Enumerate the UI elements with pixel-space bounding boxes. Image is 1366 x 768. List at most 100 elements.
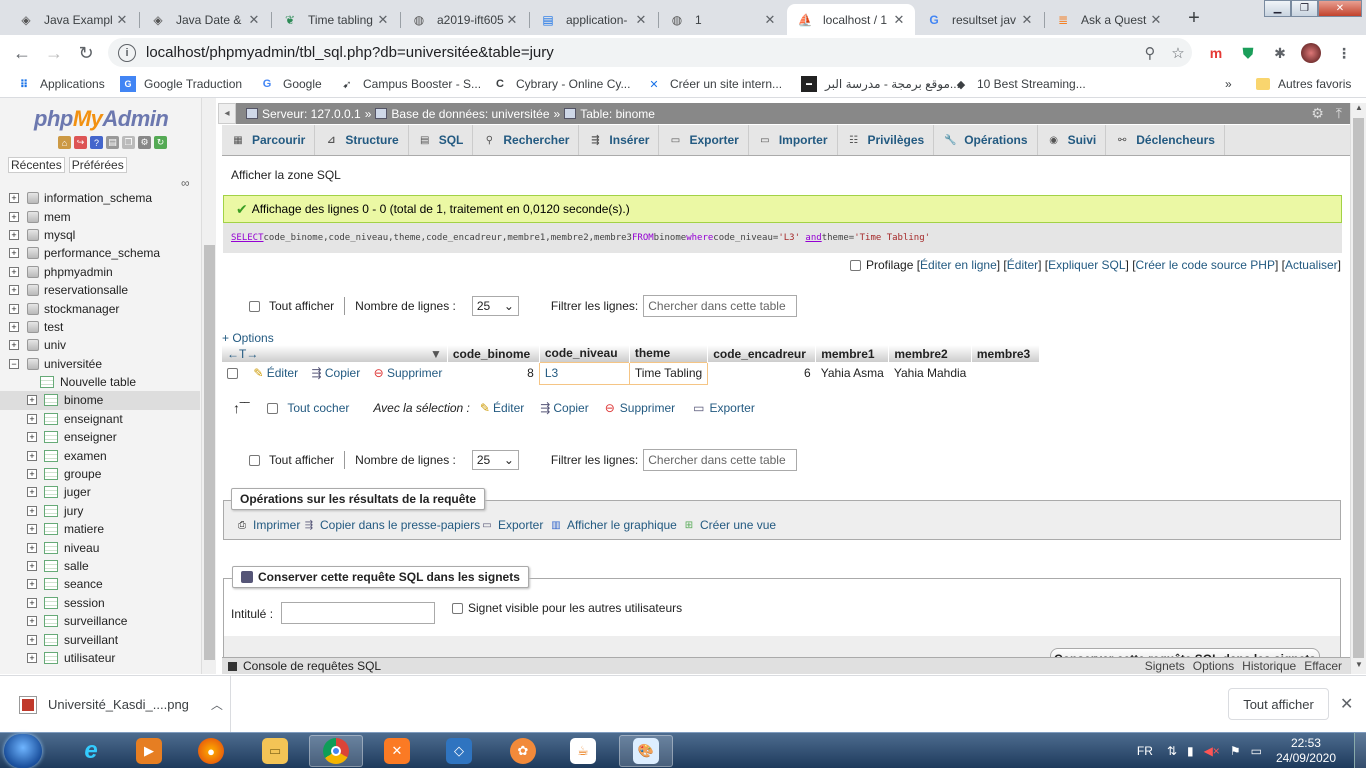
expand-icon[interactable]: + [27,432,37,443]
puzzle-icon[interactable]: ✱ [1270,43,1290,63]
selection-export-button[interactable]: Exporter [709,401,754,415]
bookmark[interactable]: ✕ Créer un site intern... [646,75,782,93]
info-icon[interactable]: i [118,43,136,62]
cell[interactable]: Yahia Asma [816,362,889,384]
table-item[interactable]: + juger [0,483,200,501]
menu-icon[interactable]: ⋮ [1334,43,1354,63]
console-bookmarks-link[interactable]: Signets [1145,659,1185,673]
taskbar-media[interactable]: ▶ [122,735,176,767]
browser-tab-active[interactable]: ⛵ localhost / 1 ✕ [787,4,915,35]
row-edit-link[interactable]: Éditer [267,366,298,380]
breadcrumb-database[interactable]: Base de données: universitée [391,107,549,121]
close-icon[interactable]: ✕ [114,12,130,28]
close-icon[interactable]: ✕ [504,12,520,28]
home-icon[interactable]: ⌂ [58,136,71,149]
network-icon[interactable]: ▮ [1187,744,1194,758]
tab-search[interactable]: ⚲ Rechercher [473,125,580,155]
bookmark-other[interactable]: Autres favoris [1256,75,1351,93]
create-view-link[interactable]: ⊞ Créer une vue [682,518,776,532]
start-button[interactable] [4,734,42,768]
cell[interactable]: Yahia Mahdia [889,362,972,384]
tab-import[interactable]: ▭ Importer [749,125,838,155]
expand-icon[interactable]: + [9,193,19,204]
close-window-button[interactable]: ✕ [1318,0,1362,17]
browser-tab[interactable]: G resultset jav ✕ [916,4,1043,35]
row-count-select[interactable]: 25 ⌄ [471,450,519,470]
copy-clipboard-link[interactable]: ⇶ Copier dans le presse-papiers [302,518,480,532]
main-scrollbar[interactable]: ▲ ▼ [1350,103,1366,674]
cell[interactable]: Time Tabling [628,361,709,385]
table-item[interactable]: + utilisateur [0,649,200,667]
scroll-down-icon[interactable]: ▼ [1351,660,1366,674]
tab-tracking[interactable]: ◉ Suivi [1038,125,1107,155]
pma-logo[interactable]: phpMyAdmin [34,106,169,132]
forward-button[interactable]: → [42,41,66,65]
show-chart-link[interactable]: ▥ Afficher le graphique [549,518,677,532]
table-item[interactable]: + examen [0,446,200,464]
chevron-up-icon[interactable]: ︿ [211,696,223,713]
taskbar-firefox[interactable]: ● [184,735,238,767]
tab-insert[interactable]: ⇶ Insérer [579,125,660,155]
cell[interactable]: 6 [708,362,816,384]
table-item[interactable]: + niveau [0,538,200,556]
column-header[interactable]: membre2 [888,345,972,362]
new-tab-button[interactable]: + [1181,5,1207,31]
taskbar-explorer[interactable]: ▭ [248,735,302,767]
bookmark[interactable]: ➹ Campus Booster - S... [339,75,481,93]
sort-dropdown-icon[interactable]: ▼ [430,347,442,361]
flag-icon[interactable]: ⚑ [1230,744,1241,758]
db-item[interactable]: + univ [0,336,200,354]
favorites-button[interactable]: Préférées [68,157,127,173]
row-delete-link[interactable]: Supprimer [387,366,442,380]
expand-icon[interactable]: + [27,561,37,571]
recent-button[interactable]: Récentes [8,157,65,173]
console-options-link[interactable]: Options [1193,659,1234,673]
table-item[interactable]: + surveillance [0,612,200,630]
db-item[interactable]: + stockmanager [0,299,200,317]
expand-icon[interactable]: + [27,597,37,608]
clock[interactable]: 22:53 24/09/2020 [1276,736,1336,766]
shield-icon[interactable]: ⛊ [1238,43,1258,63]
bookmark[interactable]: G Google Traduction [120,75,242,93]
bookmark[interactable]: ◆ 10 Best Streaming... [953,75,1086,93]
db-item[interactable]: + mem [0,207,200,225]
address-bar[interactable]: i localhost/phpmyadmin/tbl_sql.php?db=un… [108,38,1192,67]
console-history-link[interactable]: Historique [1242,659,1296,673]
volume-icon[interactable]: ◀× [1204,744,1220,758]
collapse-icon[interactable]: ⤒ [1336,105,1342,122]
db-item[interactable]: + phpmyadmin [0,263,200,281]
avatar[interactable] [1301,43,1321,63]
taskbar-chrome[interactable] [309,735,363,767]
db-item[interactable]: + information_schema [0,189,200,207]
explain-sql-link[interactable]: Expliquer SQL [1048,258,1125,272]
browser-tab[interactable]: ◍ a2019-ift605 ✕ [401,4,528,35]
edit-link[interactable]: Éditer [1007,258,1038,272]
maximize-button[interactable]: ❐ [1291,0,1318,17]
tab-operations[interactable]: 🔧 Opérations [934,125,1038,155]
show-all-checkbox[interactable] [249,300,260,312]
column-header[interactable]: theme [629,345,709,362]
taskbar-app[interactable]: ✿ [496,735,550,767]
column-header[interactable]: membre1 [815,345,890,362]
column-header[interactable]: membre3 [971,345,1040,362]
filter-rows-input[interactable]: Chercher dans cette table [643,449,798,471]
expand-icon[interactable]: + [9,321,19,332]
bookmark[interactable]: ▬ موقع برمجة - مدرسة البر... [801,75,960,93]
print-link[interactable]: ⎙ Imprimer [235,518,300,532]
star-icon[interactable]: ☆ [1164,44,1192,62]
collapse-icon[interactable]: − [9,358,19,369]
minimize-button[interactable]: ▁ [1264,0,1291,17]
browser-tab[interactable]: ◈ Java Date & ✕ [140,4,270,35]
close-icon[interactable]: ✕ [1148,12,1164,28]
taskbar-xampp[interactable]: ✕ [370,735,424,767]
browser-tab[interactable]: ◈ Java Exampl ✕ [8,4,138,35]
gear-icon[interactable]: ⚙ [1311,105,1324,122]
copy-icon[interactable]: ❐ [122,136,135,149]
table-item[interactable]: + session [0,594,200,612]
browser-tab[interactable]: ≣ Ask a Quest ✕ [1045,4,1172,35]
table-item[interactable]: + surveillant [0,630,200,648]
back-button[interactable]: ← [10,41,34,65]
close-icon[interactable]: ✕ [762,12,778,28]
show-all-downloads-button[interactable]: Tout afficher [1228,688,1329,720]
table-item[interactable]: + jury [0,502,200,520]
